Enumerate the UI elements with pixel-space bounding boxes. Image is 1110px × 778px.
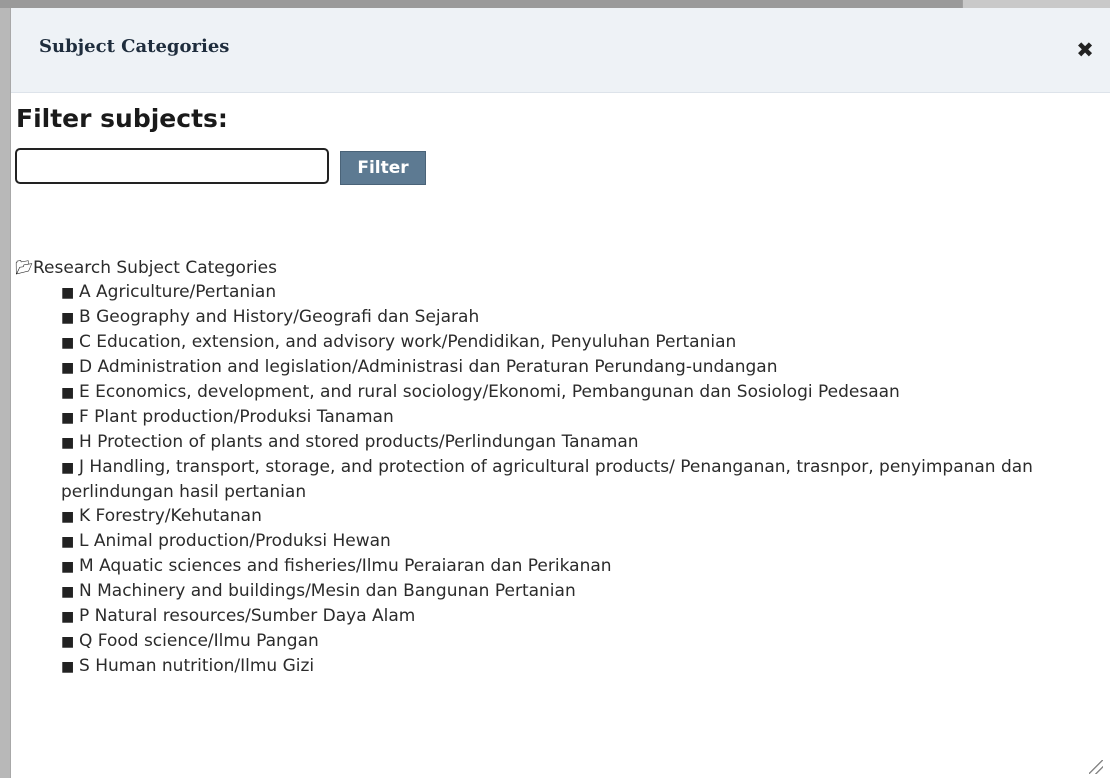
folder-icon: ■ <box>61 335 75 351</box>
folder-icon: ■ <box>61 410 75 426</box>
tree-item-label[interactable]: D Administration and legislation/Adminis… <box>79 357 777 377</box>
tree-root[interactable]: 📂︎ Research Subject Categories <box>15 256 1095 280</box>
folder-icon: ■ <box>61 310 75 326</box>
folder-icon: ■ <box>61 659 75 675</box>
folder-icon: ■ <box>61 634 75 650</box>
tree-item[interactable]: ■ Q Food science/Ilmu Pangan <box>61 629 1095 654</box>
tree-item-label[interactable]: M Aquatic sciences and fisheries/Ilmu Pe… <box>79 556 612 576</box>
folder-icon: ■ <box>61 460 75 476</box>
folder-icon: ■ <box>61 435 75 451</box>
close-icon[interactable]: ✖ <box>1073 38 1097 62</box>
background-page <box>0 0 1110 8</box>
tree-item-label[interactable]: A Agriculture/Pertanian <box>79 282 276 302</box>
tree-item-label[interactable]: L Animal production/Produksi Hewan <box>79 531 391 551</box>
dialog-title: Subject Categories <box>39 36 230 57</box>
tree-root-label: Research Subject Categories <box>33 258 277 278</box>
tree-item[interactable]: ■ K Forestry/Kehutanan <box>61 504 1095 529</box>
tree-item-label[interactable]: N Machinery and buildings/Mesin dan Bang… <box>79 581 576 601</box>
folder-icon: ■ <box>61 534 75 550</box>
tree-item[interactable]: ■ N Machinery and buildings/Mesin dan Ban… <box>61 579 1095 604</box>
tree-children: ■ A Agriculture/Pertanian ■ B Geography and… <box>15 280 1095 679</box>
tree-item-label[interactable]: Q Food science/Ilmu Pangan <box>79 631 319 651</box>
tree-item[interactable]: ■ E Economics, development, and rural soc… <box>61 380 1095 405</box>
tree-item-label[interactable]: S Human nutrition/Ilmu Gizi <box>79 656 314 676</box>
tree-item[interactable]: ■ H Protection of plants and stored produ… <box>61 430 1095 455</box>
tree-item-label[interactable]: F Plant production/Produksi Tanaman <box>79 407 394 427</box>
tree-item-label[interactable]: C Education, extension, and advisory wor… <box>79 332 736 352</box>
tree-item[interactable]: ■ C Education, extension, and advisory wo… <box>61 330 1095 355</box>
tree-item[interactable]: ■ A Agriculture/Pertanian <box>61 280 1095 305</box>
tree-item[interactable]: ■ S Human nutrition/Ilmu Gizi <box>61 654 1095 679</box>
filter-heading: Filter subjects: <box>16 104 228 133</box>
tree-item-label[interactable]: E Economics, development, and rural soci… <box>79 382 900 402</box>
folder-icon: ■ <box>61 385 75 401</box>
tree-item-label[interactable]: H Protection of plants and stored produc… <box>79 432 639 452</box>
tree-item-label[interactable]: J Handling, transport, storage, and prot… <box>61 457 1033 502</box>
subject-categories-dialog: Subject Categories ✖ Filter subjects: Fi… <box>10 8 1110 778</box>
tree-item[interactable]: ■ J Handling, transport, storage, and pro… <box>61 455 1095 504</box>
folder-icon: ■ <box>61 559 75 575</box>
tree-item[interactable]: ■ L Animal production/Produksi Hewan <box>61 529 1095 554</box>
tree-item[interactable]: ■ P Natural resources/Sumber Daya Alam <box>61 604 1095 629</box>
folder-icon: ■ <box>61 360 75 376</box>
tree-item-label[interactable]: B Geography and History/Geografi dan Sej… <box>79 307 479 327</box>
tree-item-label[interactable]: P Natural resources/Sumber Daya Alam <box>79 606 415 626</box>
folder-icon: ■ <box>61 509 75 525</box>
filter-button[interactable]: Filter <box>340 151 426 185</box>
subject-tree: 📂︎ Research Subject Categories ■ A Agricu… <box>15 256 1095 679</box>
background-page-panel <box>962 0 1110 8</box>
filter-input[interactable] <box>15 148 329 184</box>
tree-item[interactable]: ■ D Administration and legislation/Admini… <box>61 355 1095 380</box>
folder-icon: ■ <box>61 285 75 301</box>
tree-item[interactable]: ■ B Geography and History/Geografi dan Se… <box>61 305 1095 330</box>
tree-item[interactable]: ■ F Plant production/Produksi Tanaman <box>61 405 1095 430</box>
tree-item[interactable]: ■ M Aquatic sciences and fisheries/Ilmu P… <box>61 554 1095 579</box>
tree-item-label[interactable]: K Forestry/Kehutanan <box>79 506 262 526</box>
folder-icon: ■ <box>61 609 75 625</box>
folder-icon: ■ <box>61 584 75 600</box>
dialog-titlebar[interactable]: Subject Categories ✖ <box>11 8 1110 93</box>
folder-open-icon: 📂︎ <box>15 260 33 276</box>
resize-handle[interactable] <box>1089 760 1103 774</box>
